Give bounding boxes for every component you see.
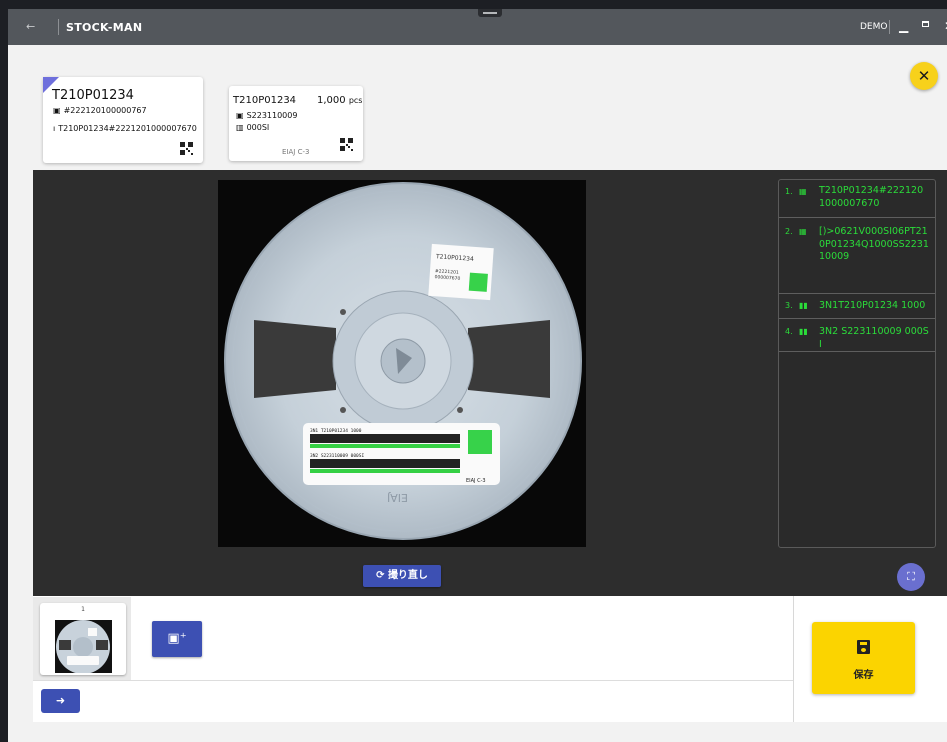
lot-row: ▣ S223110009: [236, 111, 297, 120]
app-title: STOCK-MAN: [66, 21, 143, 34]
save-label: 保存: [853, 670, 874, 681]
scan-result-item[interactable]: 4. ▮▮ 3N2 S223110009 000SI: [779, 319, 935, 352]
retake-label: 撮り直し: [387, 570, 428, 581]
retake-button[interactable]: ⟳ 撮り直し: [363, 565, 441, 587]
result-number: 2.: [785, 227, 793, 236]
id-card-icon: ▣: [53, 106, 61, 115]
user-label: DEMO: [860, 22, 888, 32]
quantity-unit: pcs: [348, 96, 363, 105]
quantity: 1,000 pcs: [317, 95, 362, 106]
big-label-line2: 3N2 S223110009 000SI: [310, 453, 364, 459]
fullscreen-button[interactable]: ⛶: [897, 563, 925, 591]
result-text: 3N2 S223110009 000SI: [819, 326, 929, 350]
id-value: #222120100000767: [63, 106, 147, 115]
scan-results-panel: 1. ▦ T210P01234#2221201000007670 2. ▦ [)…: [778, 179, 936, 548]
scan-row: ı T210P01234#2221201000007670: [53, 124, 197, 133]
result-number: 3.: [785, 301, 793, 310]
result-text: 3N1T210P01234 1000: [819, 300, 926, 311]
barcode-icon: ▮▮: [799, 327, 808, 336]
label-format: EIAJ C-3: [282, 148, 310, 156]
lot-value: S223110009: [246, 111, 298, 120]
scan-result-item[interactable]: 2. ▦ [)>0621V000SI06PT210P01234Q1000SS22…: [779, 218, 935, 294]
part-number: T210P01234: [233, 95, 297, 106]
thumbnail-item[interactable]: 1: [40, 603, 126, 675]
save-disk-icon: [857, 640, 870, 654]
id-card-icon: ▣: [236, 111, 244, 120]
part-number: T210P01234: [52, 88, 134, 103]
result-text: T210P01234#2221201000007670: [819, 185, 924, 209]
bottom-panel: [33, 596, 947, 722]
result-number: 4.: [785, 327, 793, 336]
divider: [33, 680, 793, 681]
scan-result-item[interactable]: 1. ▦ T210P01234#2221201000007670: [779, 180, 935, 218]
add-photo-icon: ▣⁺: [167, 631, 187, 646]
id-row: ▣ #222120100000767: [53, 106, 147, 115]
drag-handle-icon[interactable]: [478, 9, 502, 17]
reel-rim-text: EIAJ: [387, 491, 408, 504]
title-divider: [58, 19, 59, 35]
big-label-line1: 3N1 T210P01234 1000: [310, 428, 362, 434]
save-button[interactable]: 保存: [812, 622, 915, 694]
minimize-button[interactable]: ▁: [899, 19, 908, 33]
title-divider-right: [889, 20, 890, 34]
result-text: [)>0621V000SI06PT210P01234Q1000SS2231100…: [819, 226, 929, 262]
maker-row: ▥ 000SI: [236, 123, 269, 132]
tag-arrow-icon: ➜: [55, 694, 66, 707]
quantity-value: 1,000: [317, 95, 346, 106]
result-number: 1.: [785, 187, 793, 196]
marker-icon: ı: [53, 124, 56, 133]
qr-code-icon: ▦: [799, 187, 807, 196]
divider: [793, 596, 794, 722]
building-icon: ▥: [236, 123, 244, 132]
add-image-button[interactable]: ▣⁺: [152, 621, 202, 657]
reel-image: T210P01234 #2221201 000007670 3N1 T210P0…: [224, 182, 582, 540]
reel-photo[interactable]: T210P01234 #2221201 000007670 3N1 T210P0…: [218, 180, 586, 547]
title-bar: ← STOCK-MAN DEMO ▁ ✕: [8, 9, 947, 45]
maximize-button[interactable]: [922, 21, 929, 27]
scan-result-item[interactable]: 3. ▮▮ 3N1T210P01234 1000: [779, 294, 935, 319]
maker-value: 000SI: [246, 123, 270, 132]
scan-value: T210P01234#2221201000007670: [58, 124, 197, 133]
big-label-format: EIAJ C-3: [466, 478, 486, 484]
back-arrow-icon[interactable]: ←: [26, 20, 35, 33]
part-card-primary[interactable]: T210P01234 ▣ #222120100000767 ı T210P01234…: [43, 77, 203, 163]
thumbnail-image: [55, 620, 112, 673]
close-dialog-button[interactable]: ✕: [910, 62, 938, 90]
fullscreen-icon: ⛶: [907, 570, 915, 583]
qr-code-icon: ▦: [799, 227, 807, 236]
refresh-icon: ⟳: [376, 570, 388, 581]
thumbnail-index: 1: [81, 606, 85, 613]
qr-code-icon: [340, 138, 353, 151]
part-card-secondary[interactable]: T210P01234 1,000 pcs ▣ S223110009 ▥ 000SI …: [229, 86, 363, 161]
tag-button[interactable]: ➜: [41, 689, 80, 713]
qr-code-icon: [180, 142, 193, 155]
barcode-icon: ▮▮: [799, 301, 808, 310]
